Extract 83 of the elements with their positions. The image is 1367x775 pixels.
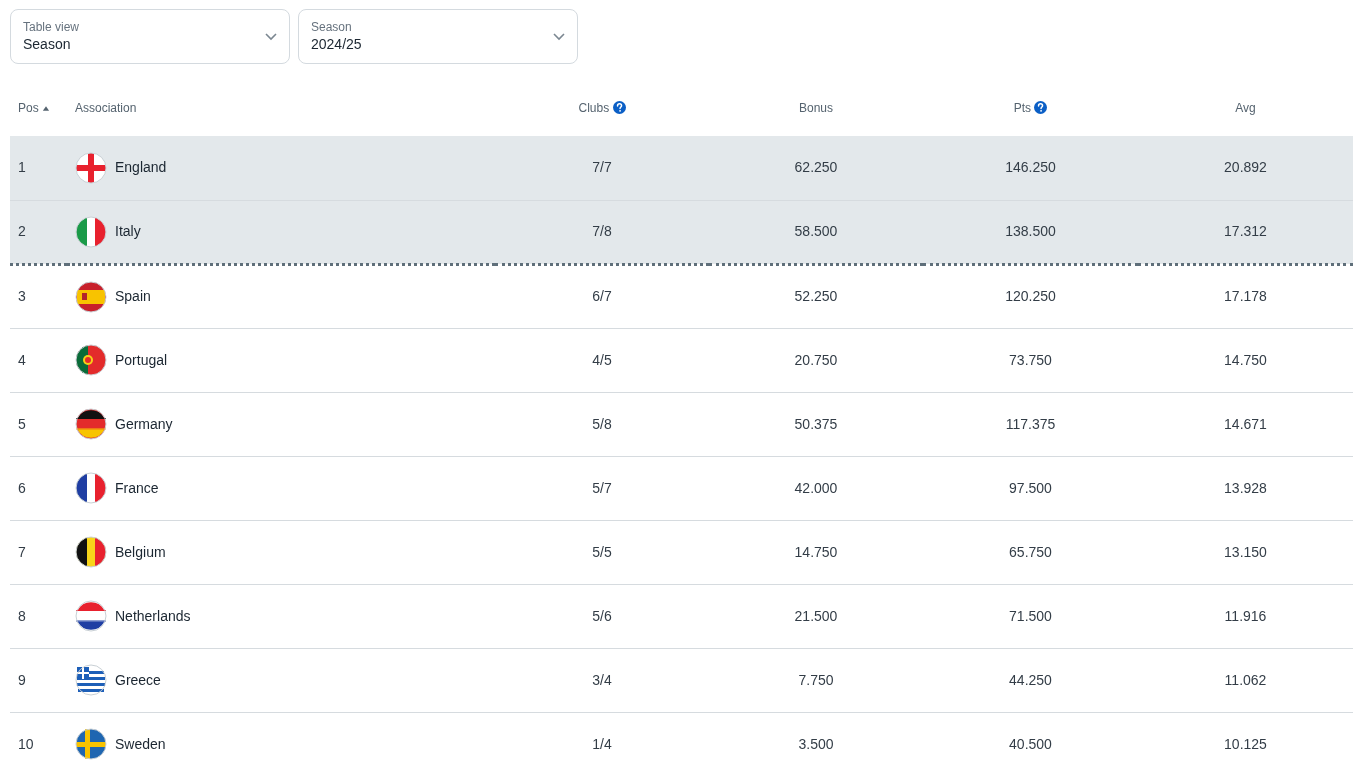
table-cell: 7 bbox=[18, 543, 26, 560]
table-cell: 14.671 bbox=[1224, 415, 1267, 432]
flag-icon bbox=[75, 280, 107, 313]
table-cell: 14.750 bbox=[794, 543, 838, 560]
table-cell: 120.250 bbox=[1005, 288, 1056, 304]
association-name[interactable]: Italy bbox=[115, 221, 141, 242]
table-cell: 11.916 bbox=[1224, 607, 1267, 624]
table-cell: 7/8 bbox=[592, 223, 612, 239]
table-cell: 3/4 bbox=[592, 671, 612, 688]
table-cell: 11.062 bbox=[1224, 671, 1267, 688]
association-name[interactable]: England bbox=[115, 157, 167, 179]
table-cell: 65.750 bbox=[1009, 543, 1052, 560]
column-header[interactable]: Pos bbox=[18, 101, 39, 115]
flag-icon bbox=[75, 472, 107, 504]
flag-icon bbox=[75, 215, 107, 248]
table-cell: 10 bbox=[18, 735, 34, 752]
association-name[interactable]: Spain bbox=[115, 286, 151, 307]
dropdown-select[interactable]: Table view Season bbox=[10, 9, 290, 64]
table-cell: 8 bbox=[18, 607, 26, 624]
table-cell: 1/4 bbox=[592, 735, 612, 752]
flag-icon bbox=[75, 536, 107, 568]
flag-icon bbox=[75, 728, 107, 760]
table-cell: 17.178 bbox=[1224, 288, 1267, 304]
table-cell: 42.000 bbox=[794, 479, 838, 496]
column-header[interactable]: Association bbox=[75, 101, 137, 115]
table-cell: 13.150 bbox=[1224, 543, 1267, 560]
table-cell: 7.750 bbox=[798, 671, 834, 688]
flag-icon bbox=[75, 344, 107, 376]
table-cell: 9 bbox=[18, 671, 26, 688]
table-cell: 1 bbox=[18, 159, 26, 176]
help-icon[interactable] bbox=[612, 101, 626, 114]
table-cell: 20.750 bbox=[794, 351, 838, 368]
table-cell: 5/6 bbox=[592, 607, 612, 624]
table-cell: 2 bbox=[18, 223, 26, 239]
table-cell: 146.250 bbox=[1005, 159, 1056, 176]
table-cell: 73.750 bbox=[1009, 351, 1052, 368]
table-cell: 7/7 bbox=[592, 159, 612, 176]
flag-icon bbox=[75, 664, 107, 696]
table-cell: 4 bbox=[18, 351, 26, 368]
column-header[interactable]: Avg bbox=[1235, 101, 1256, 115]
table-cell: 5/7 bbox=[592, 479, 612, 496]
table-cell: 44.250 bbox=[1009, 671, 1052, 688]
association-name[interactable]: Netherlands bbox=[115, 605, 191, 627]
association-name[interactable]: Portugal bbox=[115, 349, 168, 371]
table-cell: 5 bbox=[18, 415, 26, 432]
table-cell: 6/7 bbox=[592, 288, 612, 304]
table-cell: 13.928 bbox=[1224, 479, 1267, 496]
help-icon[interactable] bbox=[1034, 101, 1048, 114]
table-cell: 20.892 bbox=[1224, 159, 1267, 176]
table-cell: 138.500 bbox=[1005, 223, 1056, 239]
table-cell: 97.500 bbox=[1009, 479, 1052, 496]
table-cell: 3 bbox=[18, 288, 26, 304]
column-header[interactable]: Clubs bbox=[578, 101, 610, 115]
table-cell: 58.500 bbox=[794, 223, 838, 239]
table-cell: 71.500 bbox=[1009, 607, 1052, 624]
chevron-down-icon bbox=[265, 32, 277, 41]
table-cell: 10.125 bbox=[1224, 735, 1267, 752]
table-cell: 5/5 bbox=[592, 543, 612, 560]
table-cell: 6 bbox=[18, 479, 26, 496]
table-cell: 52.250 bbox=[794, 288, 838, 304]
table-cell: 17.312 bbox=[1224, 223, 1267, 239]
table-cell: 3.500 bbox=[798, 735, 834, 752]
dropdown-select[interactable]: Season 2024/25 bbox=[298, 9, 578, 64]
sort-arrow-icon[interactable] bbox=[42, 105, 51, 113]
association-name[interactable]: Belgium bbox=[115, 541, 166, 563]
column-header[interactable]: Bonus bbox=[799, 101, 833, 115]
table-cell: 5/8 bbox=[592, 415, 612, 432]
association-name[interactable]: France bbox=[115, 477, 159, 499]
association-name[interactable]: Germany bbox=[115, 413, 173, 435]
table-cell: 14.750 bbox=[1224, 351, 1267, 368]
chevron-down-icon bbox=[553, 32, 565, 41]
flag-icon bbox=[75, 151, 107, 184]
flag-icon bbox=[75, 600, 107, 632]
association-name[interactable]: Sweden bbox=[115, 733, 166, 755]
table-cell: 50.375 bbox=[794, 415, 838, 432]
table-cell: 4/5 bbox=[592, 351, 612, 368]
association-name[interactable]: Greece bbox=[115, 669, 161, 691]
table-cell: 21.500 bbox=[794, 607, 838, 624]
column-header[interactable]: Pts bbox=[1013, 101, 1031, 115]
table-cell: 117.375 bbox=[1005, 415, 1056, 432]
table-cell: 40.500 bbox=[1009, 735, 1052, 752]
flag-icon bbox=[75, 408, 107, 440]
table-cell: 62.250 bbox=[794, 159, 838, 176]
